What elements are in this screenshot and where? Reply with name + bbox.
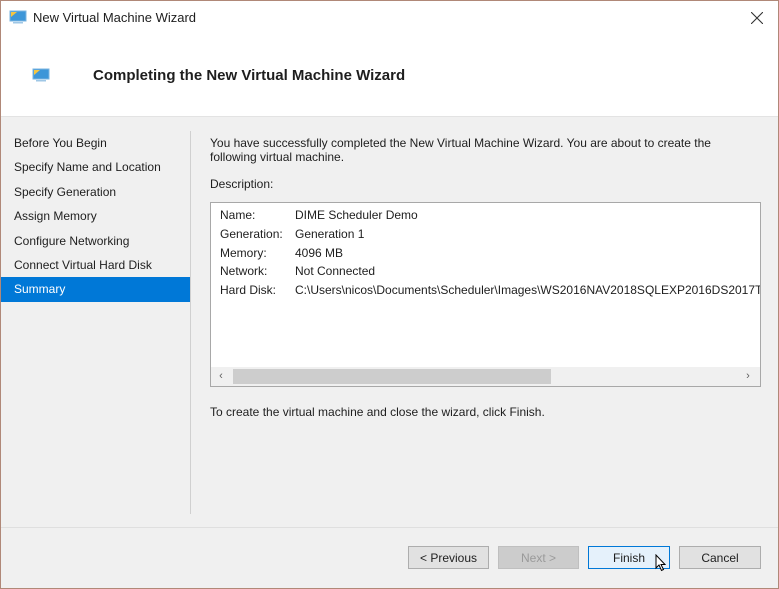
description-row-network: Network: Not Connected [220, 262, 760, 281]
next-button[interactable]: Next > [498, 546, 579, 569]
sidebar-item-specify-generation[interactable]: Specify Generation [1, 180, 190, 204]
cancel-button[interactable]: Cancel [679, 546, 761, 569]
description-row-hard-disk: Hard Disk: C:\Users\nicos\Documents\Sched… [220, 281, 761, 300]
scroll-left-icon[interactable]: ‹ [213, 369, 229, 384]
previous-button[interactable]: < Previous [408, 546, 489, 569]
description-value: Generation 1 [295, 226, 365, 241]
description-key: Generation: [220, 226, 283, 241]
mouse-cursor-icon [655, 554, 667, 572]
close-icon [751, 12, 763, 24]
wizard-window: New Virtual Machine Wizard Completing th… [0, 0, 779, 589]
description-value: 4096 MB [295, 245, 344, 260]
description-box[interactable]: Name: DIME Scheduler Demo Generation: Gene… [210, 202, 761, 387]
window-title: New Virtual Machine Wizard [33, 10, 197, 25]
sidebar-item-configure-networking[interactable]: Configure Networking [1, 229, 190, 253]
sidebar-item-before-you-begin[interactable]: Before You Begin [1, 131, 190, 155]
wizard-steps-nav: Before You Begin Specify Name and Locati… [1, 131, 190, 302]
description-key: Hard Disk: [220, 283, 277, 298]
scroll-right-icon[interactable]: › [740, 369, 756, 384]
footer-divider [1, 527, 778, 528]
sidebar-item-specify-name-and-location[interactable]: Specify Name and Location [1, 155, 190, 179]
sidebar-item-assign-memory[interactable]: Assign Memory [1, 204, 190, 228]
description-key: Memory: [220, 245, 267, 260]
description-value: Not Connected [295, 264, 376, 279]
description-key: Network: [220, 264, 268, 279]
description-key: Name: [220, 208, 256, 222]
sidebar-item-summary[interactable]: Summary [1, 277, 190, 302]
description-row-generation: Generation: Generation 1 [220, 225, 760, 244]
description-row-name: Name: DIME Scheduler Demo [220, 206, 760, 225]
description-value: C:\Users\nicos\Documents\Scheduler\Image… [295, 283, 761, 298]
virtual-machine-icon [32, 68, 50, 82]
horizontal-scrollbar[interactable]: ‹ › [211, 367, 760, 386]
sidebar-divider [190, 131, 191, 514]
summary-content: You have successfully completed the New … [210, 136, 762, 419]
virtual-machine-icon [9, 10, 27, 24]
close-button[interactable] [738, 1, 778, 35]
description-label: Description: [210, 177, 274, 191]
scrollbar-thumb[interactable] [233, 369, 551, 384]
description-row-memory: Memory: 4096 MB [220, 244, 760, 263]
page-title: Completing the New Virtual Machine Wizar… [93, 67, 406, 84]
intro-text: You have successfully completed the New … [210, 136, 711, 164]
wizard-header: Completing the New Virtual Machine Wizar… [1, 35, 778, 117]
title-bar: New Virtual Machine Wizard [1, 1, 778, 35]
finish-instruction: To create the virtual machine and close … [210, 405, 545, 419]
description-list: Name: DIME Scheduler Demo Generation: Gene… [220, 206, 761, 300]
description-value: DIME Scheduler Demo [295, 208, 418, 222]
sidebar-item-connect-virtual-hard-disk[interactable]: Connect Virtual Hard Disk [1, 253, 190, 277]
